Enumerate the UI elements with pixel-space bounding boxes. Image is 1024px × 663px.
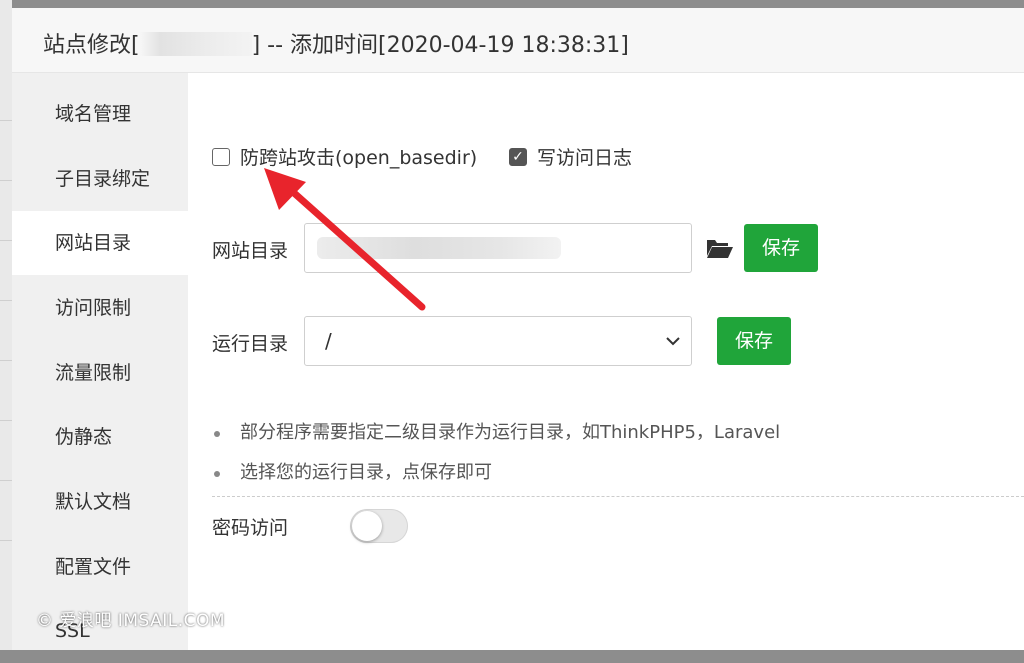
checkbox-unchecked[interactable] — [212, 147, 230, 166]
chevron-down-icon — [666, 337, 680, 346]
run-dir-select[interactable]: / — [304, 316, 692, 366]
tip-item: 部分程序需要指定二级目录作为运行目录，如ThinkPHP5，Laravel — [212, 413, 780, 453]
redacted-path — [317, 237, 561, 259]
run-dir-save-button[interactable]: 保存 — [717, 317, 791, 365]
sidebar-item-domain[interactable]: 域名管理 — [12, 82, 188, 146]
site-dir-input[interactable] — [304, 223, 692, 273]
site-dir-save-button[interactable]: 保存 — [744, 224, 818, 272]
access-log-checkbox[interactable]: ✓ 写访问日志 — [509, 143, 632, 170]
redacted-domain — [139, 32, 252, 56]
access-log-label: 写访问日志 — [537, 147, 633, 169]
site-edit-dialog: 站点修改[ ] -- 添加时间[2020-04-19 18:38:31] 域名管理… — [12, 8, 1024, 650]
title-suffix: ] -- 添加时间[2020-04-19 18:38:31] — [251, 33, 629, 58]
title-prefix: 站点修改[ — [43, 33, 140, 58]
open-basedir-checkbox[interactable]: 防跨站攻击(open_basedir) — [212, 143, 477, 170]
site-dir-label: 网站目录 — [212, 240, 289, 262]
tip-text: 选择您的运行目录，点保存即可 — [240, 462, 492, 483]
bullet-icon — [214, 431, 220, 437]
sidebar-item-access-limit[interactable]: 访问限制 — [12, 276, 188, 340]
bullet-icon — [214, 471, 220, 477]
dialog-title: 站点修改[ ] -- 添加时间[2020-04-19 18:38:31] — [43, 27, 629, 59]
password-access-label: 密码访问 — [212, 517, 289, 539]
watermark: © 爱浪吧 IMSAIL.COM — [36, 611, 226, 631]
folder-open-icon[interactable] — [706, 237, 734, 259]
divider — [212, 496, 1024, 497]
password-access-toggle[interactable] — [350, 509, 408, 543]
sidebar: 域名管理 子目录绑定 网站目录 访问限制 流量限制 伪静态 默认文档 配置文件 … — [12, 73, 188, 650]
sidebar-item-rewrite[interactable]: 伪静态 — [12, 405, 188, 469]
tip-item: 选择您的运行目录，点保存即可 — [212, 453, 780, 493]
tips-list: 部分程序需要指定二级目录作为运行目录，如ThinkPHP5，Laravel 选择… — [212, 413, 780, 493]
run-dir-value: / — [325, 329, 332, 353]
toggle-knob — [352, 511, 382, 541]
main-content: 防跨站攻击(open_basedir) ✓ 写访问日志 网站目录 保存 运行目录… — [188, 73, 1024, 650]
sidebar-item-config-file[interactable]: 配置文件 — [12, 535, 188, 599]
dialog-titlebar: 站点修改[ ] -- 添加时间[2020-04-19 18:38:31] — [12, 8, 1024, 73]
run-dir-label: 运行目录 — [212, 333, 289, 355]
open-basedir-label: 防跨站攻击(open_basedir) — [240, 147, 478, 169]
background-window-edge — [0, 0, 12, 650]
sidebar-item-default-doc[interactable]: 默认文档 — [12, 470, 188, 534]
sidebar-item-traffic-limit[interactable]: 流量限制 — [12, 341, 188, 405]
sidebar-item-subdir-binding[interactable]: 子目录绑定 — [12, 147, 188, 211]
tip-text: 部分程序需要指定二级目录作为运行目录，如ThinkPHP5，Laravel — [240, 422, 781, 443]
sidebar-item-site-directory[interactable]: 网站目录 — [12, 211, 188, 275]
checkmark-icon[interactable]: ✓ — [509, 147, 527, 166]
